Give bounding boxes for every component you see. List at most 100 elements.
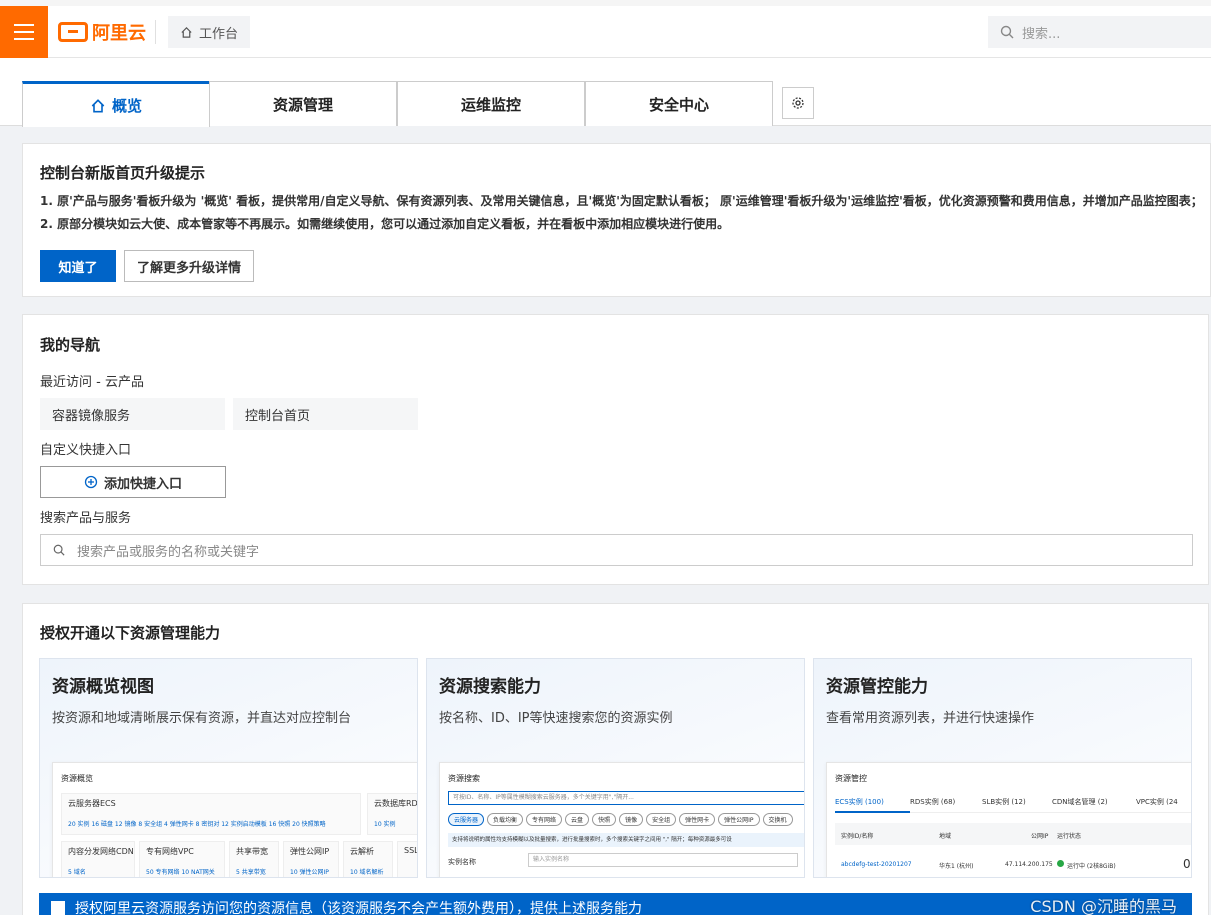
preview-ecs-stats: 20 实例 16 磁盘 12 镜像 8 安全组 4 弹性网卡 8 密钥对 12 … (68, 821, 326, 828)
divider (155, 20, 156, 44)
preview-tile: 弹性公网IP 10 弹性公网IP (283, 841, 339, 877)
recent-item-console-home[interactable]: 控制台首页 (233, 398, 418, 430)
preview-pill: 专有网络 (526, 813, 563, 826)
tile-stat: 50 专有网络 10 NAT网关 (146, 869, 215, 876)
authorize-checkbox[interactable] (51, 901, 65, 915)
upgrade-title: 控制台新版首页升级提示 (40, 164, 206, 182)
preview-pill: 安全组 (646, 813, 677, 826)
add-shortcut-label: 添加快捷入口 (103, 476, 182, 492)
running-status-icon (1057, 860, 1064, 867)
feature-resource-overview: 资源概览视图 按资源和地域清晰展示保有资源，并直达对应控制台 资源概览 云服务器… (39, 658, 418, 878)
global-search-input[interactable]: 搜索... (988, 16, 1211, 48)
navigation-title: 我的导航 (40, 336, 101, 354)
search-icon (53, 544, 65, 556)
tab-resource-management[interactable]: 资源管理 (209, 81, 397, 126)
preview-rds-stats: 10 实例 (374, 821, 396, 828)
tile-stat: 5 域名 (68, 869, 86, 876)
preview-cell: abcdefg-test-20201207 (841, 861, 912, 868)
dashboard-tabs: 概览 资源管理 运维监控 安全中心 (0, 58, 1211, 127)
authorize-label: 授权阿里云资源服务访问您的资源信息（该资源服务不会产生额外费用），提供上述服务能… (75, 901, 642, 915)
preview-pill: 弹性公网IP (718, 813, 760, 826)
tab-settings-button[interactable] (782, 87, 814, 119)
preview-search-input: 可按ID、名称、IP等属性模糊搜索云服务器，多个关键字用","隔开... (448, 791, 804, 805)
preview-field-input: 输入实例名称 (528, 853, 798, 867)
tab-security-center[interactable]: 安全中心 (585, 81, 773, 126)
recent-visits-label: 最近访问 - 云产品 (40, 375, 144, 390)
feature-title: 资源概览视图 (52, 677, 154, 697)
preview-table-row: abcdefg-test-20201207 华东1 (杭州) 47.114.20… (835, 853, 1191, 875)
top-bar: 阿里云 工作台 搜索... (0, 6, 1211, 58)
tile-stat: 5 共享带宽 (236, 869, 266, 876)
breadcrumb-label: 工作台 (199, 26, 239, 42)
preview-resource-control: 资源管控 ECS实例 (100) RDS实例 (68) SLB实例 (12) CDN域… (826, 762, 1191, 877)
tile-title: 弹性公网IP (290, 847, 330, 856)
got-it-button[interactable]: 知道了 (40, 250, 116, 282)
preview-col: 公网IP (1031, 833, 1049, 840)
preview-field-placeholder: 输入实例名称 (533, 856, 570, 863)
tab-ops-monitoring[interactable]: 运维监控 (397, 81, 585, 126)
home-icon (181, 26, 192, 38)
search-icon (1000, 25, 1014, 39)
watermark: CSDN @沉睡的黑马 (1030, 897, 1177, 915)
search-placeholder: 搜索... (1022, 26, 1061, 42)
preview-pill: 云服务器 (448, 813, 485, 826)
preview-rds-title: 云数据库RDS (374, 799, 418, 808)
preview-ecs-title: 云服务器ECS (68, 799, 116, 808)
recent-item-container-registry[interactable]: 容器镜像服务 (40, 398, 225, 430)
feature-desc: 按名称、ID、IP等快速搜索您的资源实例 (439, 711, 673, 726)
preview-pill: 快照 (592, 813, 617, 826)
menu-line (14, 24, 34, 26)
preview-pill: 镜像 (619, 813, 644, 826)
custom-shortcut-label: 自定义快捷入口 (40, 443, 132, 458)
learn-more-button[interactable]: 了解更多升级详情 (124, 250, 254, 282)
tile-title: 内容分发网络CDN (68, 847, 134, 856)
tile-title: SSL (404, 846, 418, 855)
preview-field-label: 实例名称 (448, 858, 476, 866)
product-search-placeholder: 搜索产品或服务的名称或关键字 (77, 544, 260, 560)
preview-tab: VPC实例 (24 (1136, 798, 1178, 806)
tab-label: 资源管理 (272, 95, 333, 114)
tile-stat: 10 弹性公网IP (290, 869, 329, 876)
preview-ecs-box: 云服务器ECS 20 实例 16 磁盘 12 镜像 8 安全组 4 弹性网卡 8… (61, 793, 361, 835)
product-search-input[interactable]: 搜索产品或服务的名称或关键字 (40, 534, 1193, 566)
my-navigation-card: 我的导航 最近访问 - 云产品 容器镜像服务 控制台首页 自定义快捷入口 添加快… (22, 314, 1209, 585)
preview-pill: 弹性网卡 (679, 813, 716, 826)
menu-button[interactable] (0, 6, 48, 58)
upgrade-line-2: 2. 原部分模块如云大使、成本管家等不再展示。如需继续使用，您可以通过添加自定义… (40, 217, 730, 231)
preview-cell: 华东1 (杭州) (939, 863, 974, 870)
preview-heading: 资源搜索 (448, 774, 480, 783)
authorization-title: 授权开通以下资源管理能力 (40, 624, 221, 642)
aliyun-logo-icon (58, 22, 88, 42)
preview-cell: 0 (1183, 857, 1191, 871)
preview-heading: 资源管控 (835, 774, 867, 783)
add-shortcut-button[interactable]: 添加快捷入口 (40, 466, 226, 498)
tile-title: 共享带宽 (236, 847, 268, 856)
plus-circle-icon (84, 475, 98, 489)
preview-tile: 内容分发网络CDN 5 域名 (61, 841, 135, 877)
preview-cell: 47.114.200.175 (1005, 861, 1053, 868)
tile-title: 云解析 (350, 847, 374, 856)
authorize-checkbox-bar[interactable]: 授权阿里云资源服务访问您的资源信息（该资源服务不会产生额外费用），提供上述服务能… (39, 893, 1192, 915)
feature-resource-control: 资源管控能力 查看常用资源列表，并进行快速操作 资源管控 ECS实例 (100)… (813, 658, 1192, 878)
preview-cell: 运行中 (2核8GiB) (1067, 863, 1116, 870)
upgrade-notice-card: 控制台新版首页升级提示 1. 原'产品与服务'看板升级为 '概览' 看板，提供常… (22, 143, 1211, 297)
preview-notice-text: 支持将说明的属性均支持模糊以及批量搜索，进行批量搜索时，多个搜索关键字之间用 "… (452, 837, 732, 843)
feature-desc: 按资源和地域清晰展示保有资源，并直达对应控制台 (52, 711, 352, 726)
preview-tab: RDS实例 (68) (910, 798, 956, 806)
preview-pills: 云服务器 负载均衡 专有网络 云盘 快照 镜像 安全组 弹性网卡 弹性公网IP 交换机 (448, 813, 804, 826)
feature-desc: 查看常用资源列表，并进行快速操作 (826, 711, 1035, 726)
preview-tab: CDN域名管理 (2) (1052, 798, 1108, 806)
preview-tab: SLB实例 (12) (982, 798, 1026, 806)
preview-tab: ECS实例 (100) (835, 797, 910, 813)
preview-heading: 资源概览 (61, 774, 93, 783)
preview-pill: 云盘 (565, 813, 590, 826)
breadcrumb-workbench[interactable]: 工作台 (168, 16, 251, 48)
preview-notice: 支持将说明的属性均支持模糊以及批量搜索，进行批量搜索时，多个搜索关键字之间用 "… (448, 833, 804, 847)
feature-title: 资源管控能力 (826, 677, 928, 697)
aliyun-logo[interactable]: 阿里云 (58, 18, 146, 46)
preview-tile: 共享带宽 5 共享带宽 (229, 841, 279, 877)
preview-resource-overview: 资源概览 云服务器ECS 20 实例 16 磁盘 12 镜像 8 安全组 4 弹… (52, 762, 418, 877)
tab-label: 运维监控 (460, 95, 521, 114)
preview-pill: 负载均衡 (487, 813, 524, 826)
tab-overview[interactable]: 概览 (22, 81, 210, 127)
